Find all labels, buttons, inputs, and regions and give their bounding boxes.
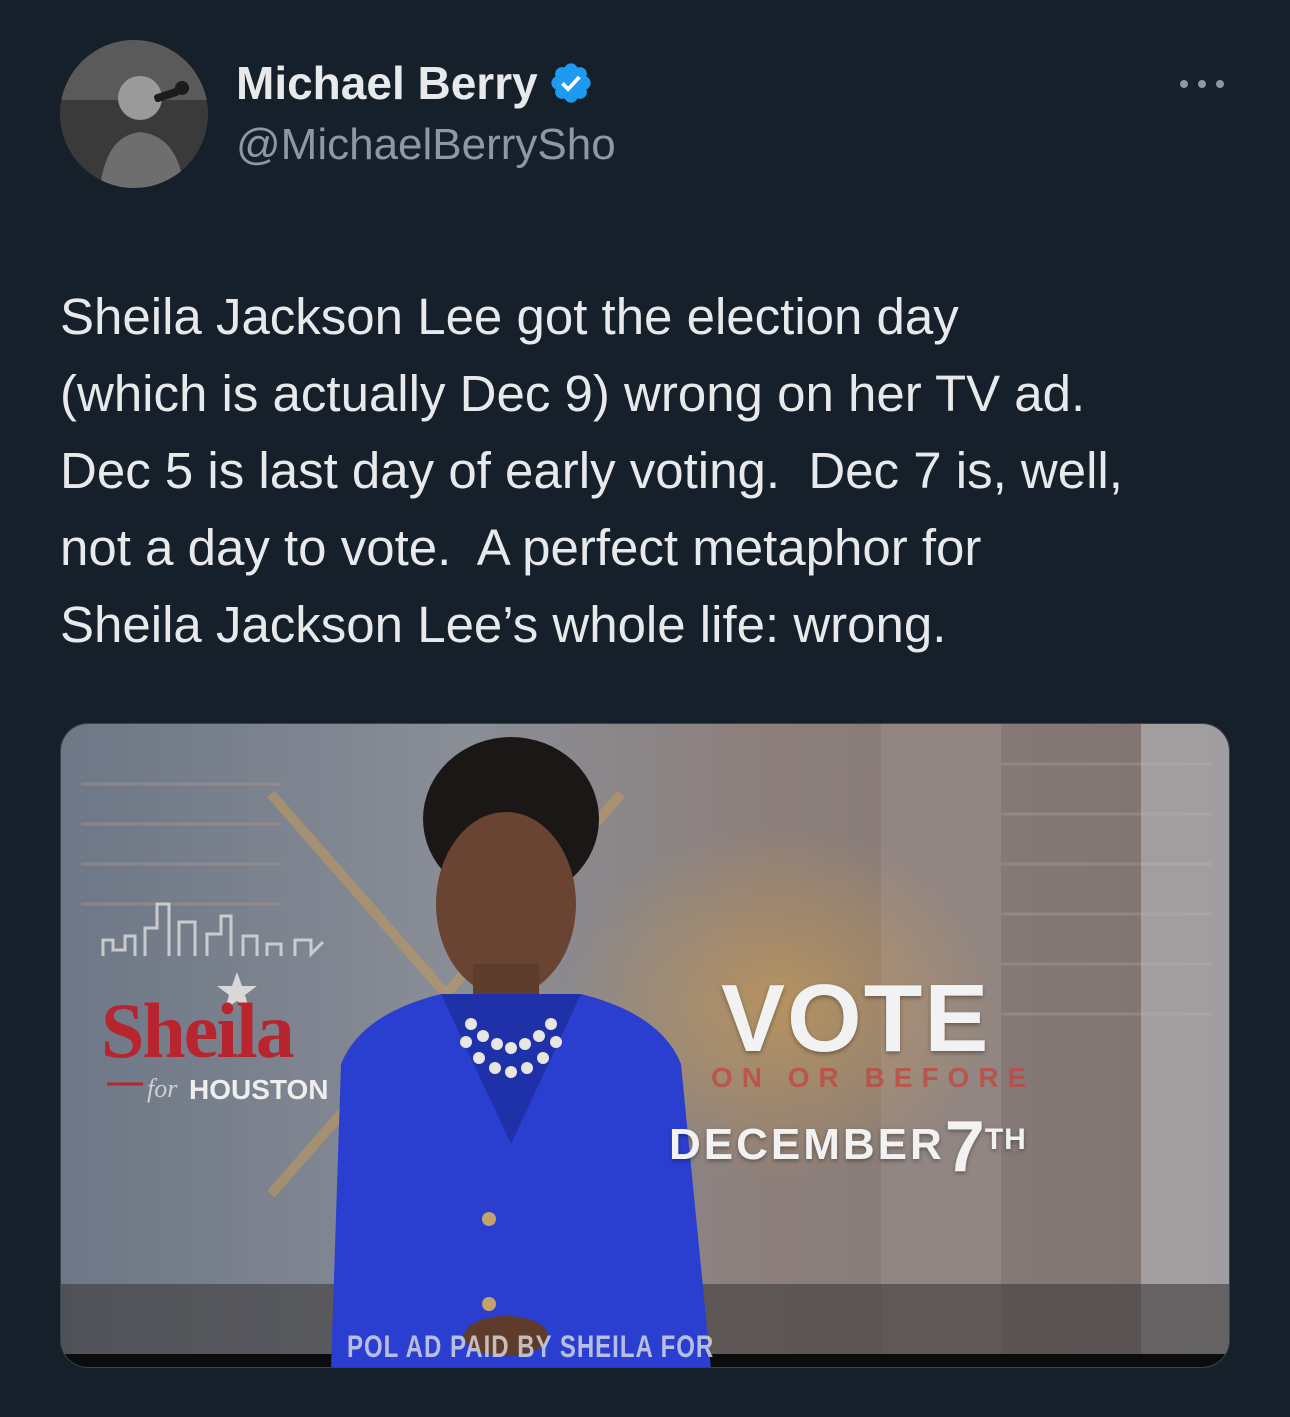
avatar-photo [60,40,208,188]
avatar[interactable] [60,40,208,188]
vote-suffix: TH [984,1123,1027,1156]
logo-for: for [147,1074,178,1103]
vote-sub: ON OR BEFORE [711,1062,1036,1093]
author-name-row[interactable]: Michael Berry [236,56,594,110]
tweet-card: Michael Berry @MichaelBerrySho Sheila Ja… [0,0,1290,1417]
verified-badge-icon [551,63,591,103]
vote-label: VOTE [721,965,991,1072]
logo-city: HOUSTON [189,1074,329,1105]
ad-disclaimer: POL AD PAID BY SHEILA FOR [347,1329,715,1365]
vote-month: DECEMBER [669,1120,945,1169]
tweet-text: Sheila Jackson Lee got the election day … [60,288,1123,653]
vote-day: 7 [944,1107,985,1187]
vote-date: DECEMBER7TH [669,1094,1027,1187]
logo-name: Sheila [101,987,295,1074]
more-options-icon[interactable] [1174,64,1230,104]
tweet-media[interactable]: Sheila for HOUSTON VOTE ON OR BEFORE DEC… [60,723,1230,1368]
author-handle[interactable]: @MichaelBerrySho [236,120,616,170]
author-display-name[interactable]: Michael Berry [236,56,538,110]
